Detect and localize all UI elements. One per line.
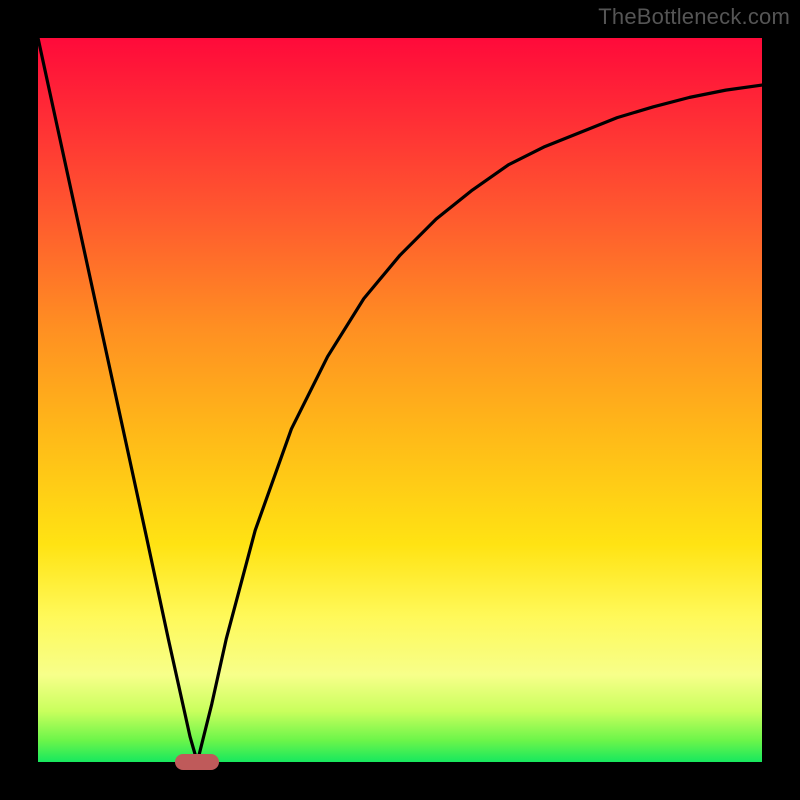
curve-svg (38, 38, 762, 762)
chart-container: TheBottleneck.com (0, 0, 800, 800)
watermark-text: TheBottleneck.com (598, 4, 790, 30)
curve-left-branch (38, 38, 197, 762)
curve-right-branch (197, 85, 762, 762)
minimum-marker (175, 754, 219, 770)
plot-area (38, 38, 762, 762)
